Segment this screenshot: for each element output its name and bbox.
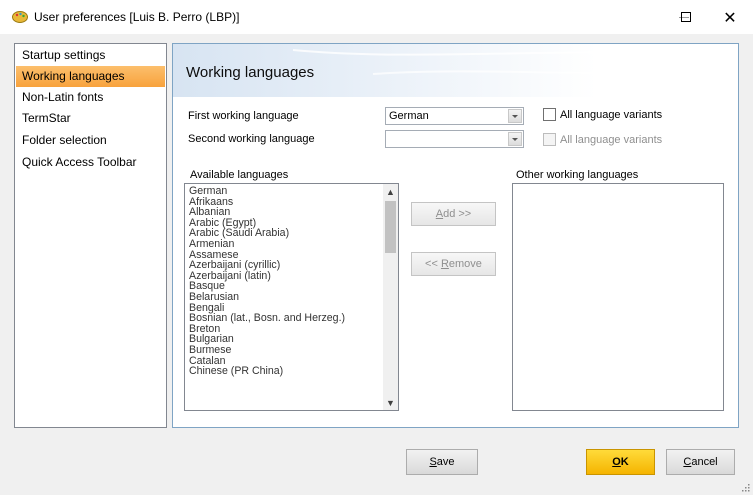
list-item[interactable]: German [189, 186, 345, 197]
panel-title: Working languages [186, 64, 315, 81]
ok-button[interactable]: OK [586, 449, 655, 475]
panel-header: Working languages [173, 44, 738, 97]
remove-button-prefix: << [425, 258, 441, 270]
save-button[interactable]: Save [406, 449, 478, 475]
other-working-languages-list[interactable] [512, 183, 724, 411]
sidebar-item-startup-settings[interactable]: Startup settings [16, 45, 165, 66]
first-language-label: First working language [188, 110, 299, 122]
list-item[interactable]: Armenian [189, 239, 345, 250]
all-language-variants-checkbox-2[interactable] [543, 133, 556, 146]
add-button-label: dd >> [443, 208, 472, 220]
scroll-up-icon[interactable]: ▲ [383, 184, 398, 199]
window-title: User preferences [Luis B. Perro (LBP)] [34, 10, 240, 24]
sidebar-item-folder-selection[interactable]: Folder selection [16, 130, 165, 151]
maximize-button[interactable] [663, 0, 709, 34]
available-languages-label: Available languages [190, 169, 289, 181]
resize-grip-icon[interactable] [740, 482, 750, 492]
available-languages-scrollbar[interactable]: ▲ ▼ [383, 184, 398, 410]
scrollbar-thumb[interactable] [385, 201, 396, 253]
remove-button-label: emove [448, 258, 482, 270]
first-language-value: German [389, 110, 429, 122]
ok-button-mnemonic: O [612, 456, 621, 468]
ok-button-label: K [620, 456, 629, 468]
list-item[interactable]: Belarusian [189, 292, 345, 303]
sidebar-item-working-languages[interactable]: Working languages [16, 66, 165, 87]
sidebar-item-quick-access-toolbar[interactable]: Quick Access Toolbar [16, 152, 165, 173]
remove-button-mnemonic: R [440, 258, 449, 270]
remove-button[interactable]: << Remove [411, 252, 496, 276]
all-language-variants-label-2: All language variants [560, 134, 663, 146]
cancel-button[interactable]: Cancel [666, 449, 735, 475]
close-button[interactable]: ✕ [707, 0, 753, 34]
maximize-icon [681, 12, 691, 22]
first-language-dropdown[interactable]: German [385, 107, 524, 125]
chevron-down-icon[interactable] [508, 109, 522, 123]
other-working-languages-label: Other working languages [516, 169, 639, 181]
working-languages-panel: Working languages First working language… [172, 43, 739, 428]
title-bar: User preferences [Luis B. Perro (LBP)] ✕ [0, 0, 753, 34]
second-language-label: Second working language [188, 133, 315, 145]
add-button[interactable]: Add >> [411, 202, 496, 226]
second-language-dropdown[interactable] [385, 130, 524, 148]
available-languages-list[interactable]: German Afrikaans Albanian Arabic (Egypt) Ara… [184, 183, 399, 411]
list-item[interactable]: Burmese [189, 345, 345, 356]
all-language-variants-label-1: All language variants [560, 109, 663, 121]
scroll-down-icon[interactable]: ▼ [383, 395, 398, 410]
all-language-variants-checkbox-1[interactable] [543, 108, 556, 121]
save-button-mnemonic: S [429, 456, 437, 468]
palette-icon [12, 11, 28, 23]
dialog-body: Startup settings Working languages Non-L… [0, 34, 753, 495]
chevron-down-icon[interactable] [508, 132, 522, 146]
sidebar-item-termstar[interactable]: TermStar [16, 108, 165, 129]
add-button-mnemonic: A [435, 208, 444, 220]
save-button-label: ave [436, 456, 455, 468]
close-icon: ✕ [723, 7, 737, 27]
cancel-button-label: ancel [691, 456, 718, 468]
list-item[interactable]: Chinese (PR China) [189, 366, 345, 377]
sidebar-item-non-latin-fonts[interactable]: Non-Latin fonts [16, 87, 165, 108]
cancel-button-mnemonic: C [683, 456, 692, 468]
settings-category-list: Startup settings Working languages Non-L… [14, 43, 167, 428]
available-languages-items: German Afrikaans Albanian Arabic (Egypt) Ara… [189, 186, 345, 377]
